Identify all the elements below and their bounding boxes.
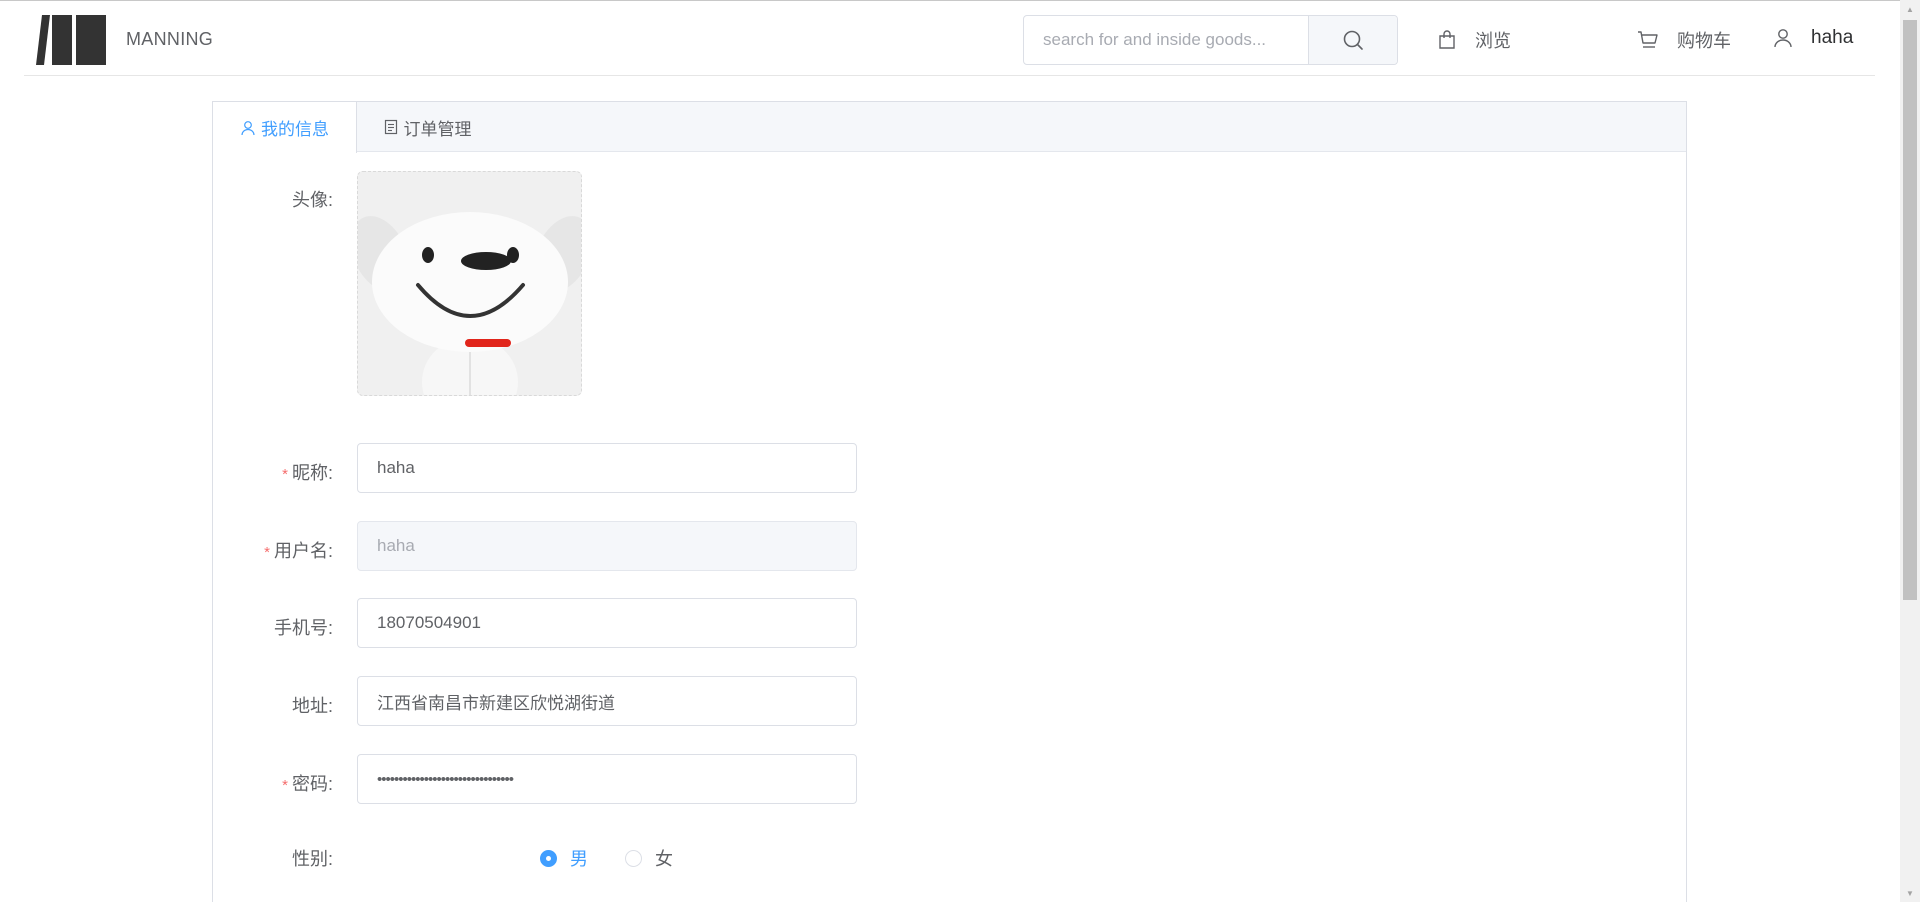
scrollbar-thumb[interactable] [1903,20,1917,600]
logo-icon [36,15,106,65]
page-scrollbar[interactable]: ▲ ▼ [1900,0,1920,902]
scroll-down-arrow[interactable]: ▼ [1900,884,1920,902]
search-input[interactable] [1024,16,1308,64]
shopping-bag-icon [1439,30,1455,49]
manning-logo[interactable] [34,15,106,65]
document-icon [384,119,397,135]
required-asterisk: * [282,466,288,483]
phone-field[interactable] [357,598,857,648]
password-label: * 密码: [213,770,333,796]
nickname-label: * 昵称: [213,459,333,485]
nav-user[interactable]: haha [1773,27,1853,49]
tab-order-management[interactable]: 订单管理 [357,102,497,152]
nav-browse-label: 浏览 [1475,31,1511,51]
avatar-label: 头像: [291,190,333,210]
scroll-up-arrow[interactable]: ▲ [1900,0,1920,18]
required-asterisk: * [282,777,288,794]
tab-my-info[interactable]: 我的信息 [213,102,357,153]
username-label: * 用户名: [213,537,333,563]
username-field [357,521,857,571]
nickname-label-text: 昵称: [291,463,333,483]
search-icon [1343,30,1363,50]
address-field[interactable] [357,676,857,726]
gender-radio-female-label: 女 [655,849,673,869]
radio-dot [625,849,642,867]
gender-label: 性别: [291,849,333,869]
gender-radio-male-label: 男 [570,849,588,869]
nav-cart[interactable]: 购物车 [1637,27,1731,53]
phone-label: 手机号: [273,618,333,638]
address-label: 地址: [291,696,333,716]
cart-icon [1638,31,1658,48]
search-button[interactable] [1308,16,1397,64]
user-icon [1774,29,1792,48]
nav-cart-label: 购物车 [1677,31,1731,51]
avatar-upload[interactable] [357,171,582,396]
nav-user-label: haha [1811,27,1854,48]
tab-bar: 我的信息 订单管理 [213,102,1686,153]
required-asterisk: * [264,544,270,561]
user-icon [241,120,255,135]
password-label-text: 密码: [291,774,333,794]
tab-order-management-label: 订单管理 [403,119,472,139]
gender-radio-female[interactable]: 女 [625,845,673,871]
radio-dot [540,849,557,867]
gender-radio-male[interactable]: 男 [540,845,588,871]
profile-card: 我的信息 订单管理 头像: * 昵称: haha * 用户名: haha 手机号… [212,101,1687,902]
nickname-field[interactable] [357,443,857,493]
site-header: MANNING 浏览 购物车 haha [24,1,1875,76]
brand-name[interactable]: MANNING [126,29,213,50]
tab-my-info-label: 我的信息 [261,120,329,139]
avatar-image [358,172,581,395]
username-label-text: 用户名: [273,541,333,561]
search-bar [1023,15,1398,65]
password-field[interactable] [357,754,857,804]
nav-browse[interactable]: 浏览 [1437,27,1511,53]
